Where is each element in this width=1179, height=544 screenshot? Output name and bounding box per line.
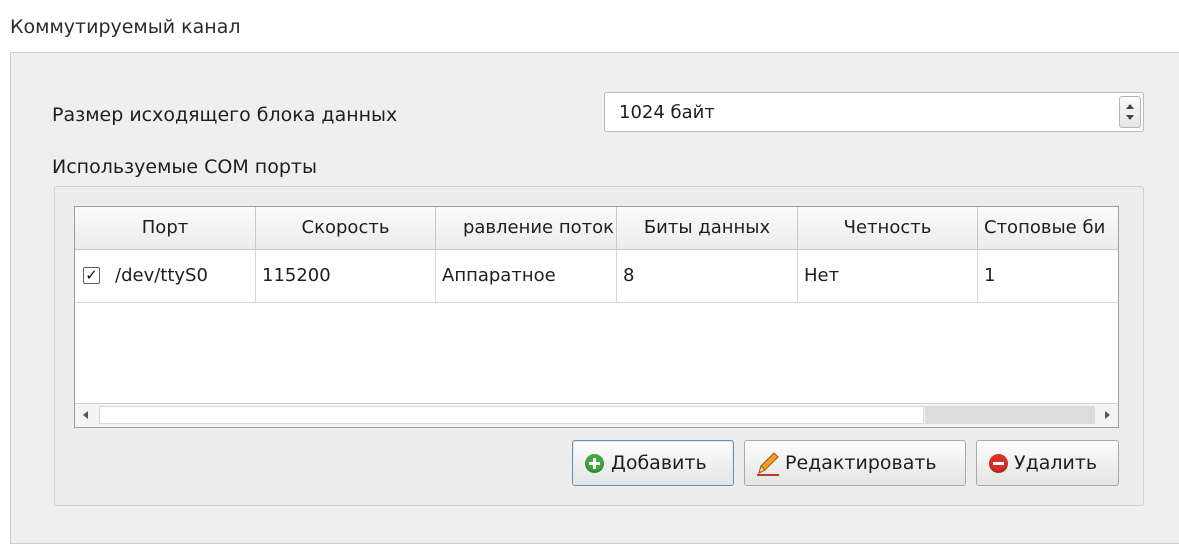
cell-flow-control[interactable]: Аппаратное <box>436 250 617 302</box>
delete-button[interactable]: Удалить <box>976 440 1119 486</box>
block-size-label: Размер исходящего блока данных <box>52 104 398 126</box>
column-header-data-bits[interactable]: Биты данных <box>617 207 798 249</box>
column-header-stop-bits[interactable]: Стоповые би <box>978 207 1118 249</box>
block-size-spinbox[interactable]: 1024 байт <box>604 92 1144 132</box>
add-circle-icon <box>585 454 604 473</box>
pencil-icon <box>755 449 781 493</box>
cell-parity[interactable]: Нет <box>798 250 978 302</box>
com-ports-label: Используемые COM порты <box>52 156 317 178</box>
edit-button[interactable]: Редактировать <box>744 440 966 486</box>
add-button[interactable]: Добавить <box>572 440 734 486</box>
column-header-speed[interactable]: Скорость <box>256 207 436 249</box>
cell-data-bits[interactable]: 8 <box>617 250 798 302</box>
delete-button-label: Удалить <box>1014 452 1098 474</box>
spin-buttons[interactable] <box>1119 96 1141 128</box>
column-header-port[interactable]: Порт <box>75 207 256 249</box>
horizontal-scrollbar[interactable] <box>75 403 1118 427</box>
scroll-right-arrow-icon[interactable] <box>1105 411 1110 419</box>
spin-up-icon[interactable] <box>1126 104 1134 109</box>
table-header: Порт Скорость равление поток Биты данных… <box>75 207 1118 250</box>
port-enabled-checkbox[interactable]: ✓ <box>83 267 100 284</box>
cell-stop-bits[interactable]: 1 <box>978 250 1118 302</box>
table-row[interactable]: ✓ /dev/ttyS0 115200 Аппаратное 8 Нет 1 <box>75 250 1118 303</box>
scroll-left-arrow-icon[interactable] <box>83 411 88 419</box>
scrollbar-thumb[interactable] <box>99 406 924 424</box>
add-button-label: Добавить <box>611 452 707 474</box>
remove-circle-icon <box>989 454 1008 473</box>
spin-down-icon[interactable] <box>1126 115 1134 120</box>
cell-speed[interactable]: 115200 <box>256 250 436 302</box>
cell-port[interactable]: ✓ /dev/ttyS0 <box>75 250 256 302</box>
edit-button-label: Редактировать <box>785 452 937 474</box>
scrollbar-track[interactable] <box>925 406 1095 424</box>
com-ports-table[interactable]: Порт Скорость равление поток Биты данных… <box>74 206 1119 428</box>
group-title: Коммутируемый канал <box>10 16 241 38</box>
port-name: /dev/ttyS0 <box>115 265 208 286</box>
column-header-parity[interactable]: Четность <box>798 207 978 249</box>
block-size-value[interactable]: 1024 байт <box>619 102 715 123</box>
column-header-flow-control[interactable]: равление поток <box>436 207 617 249</box>
